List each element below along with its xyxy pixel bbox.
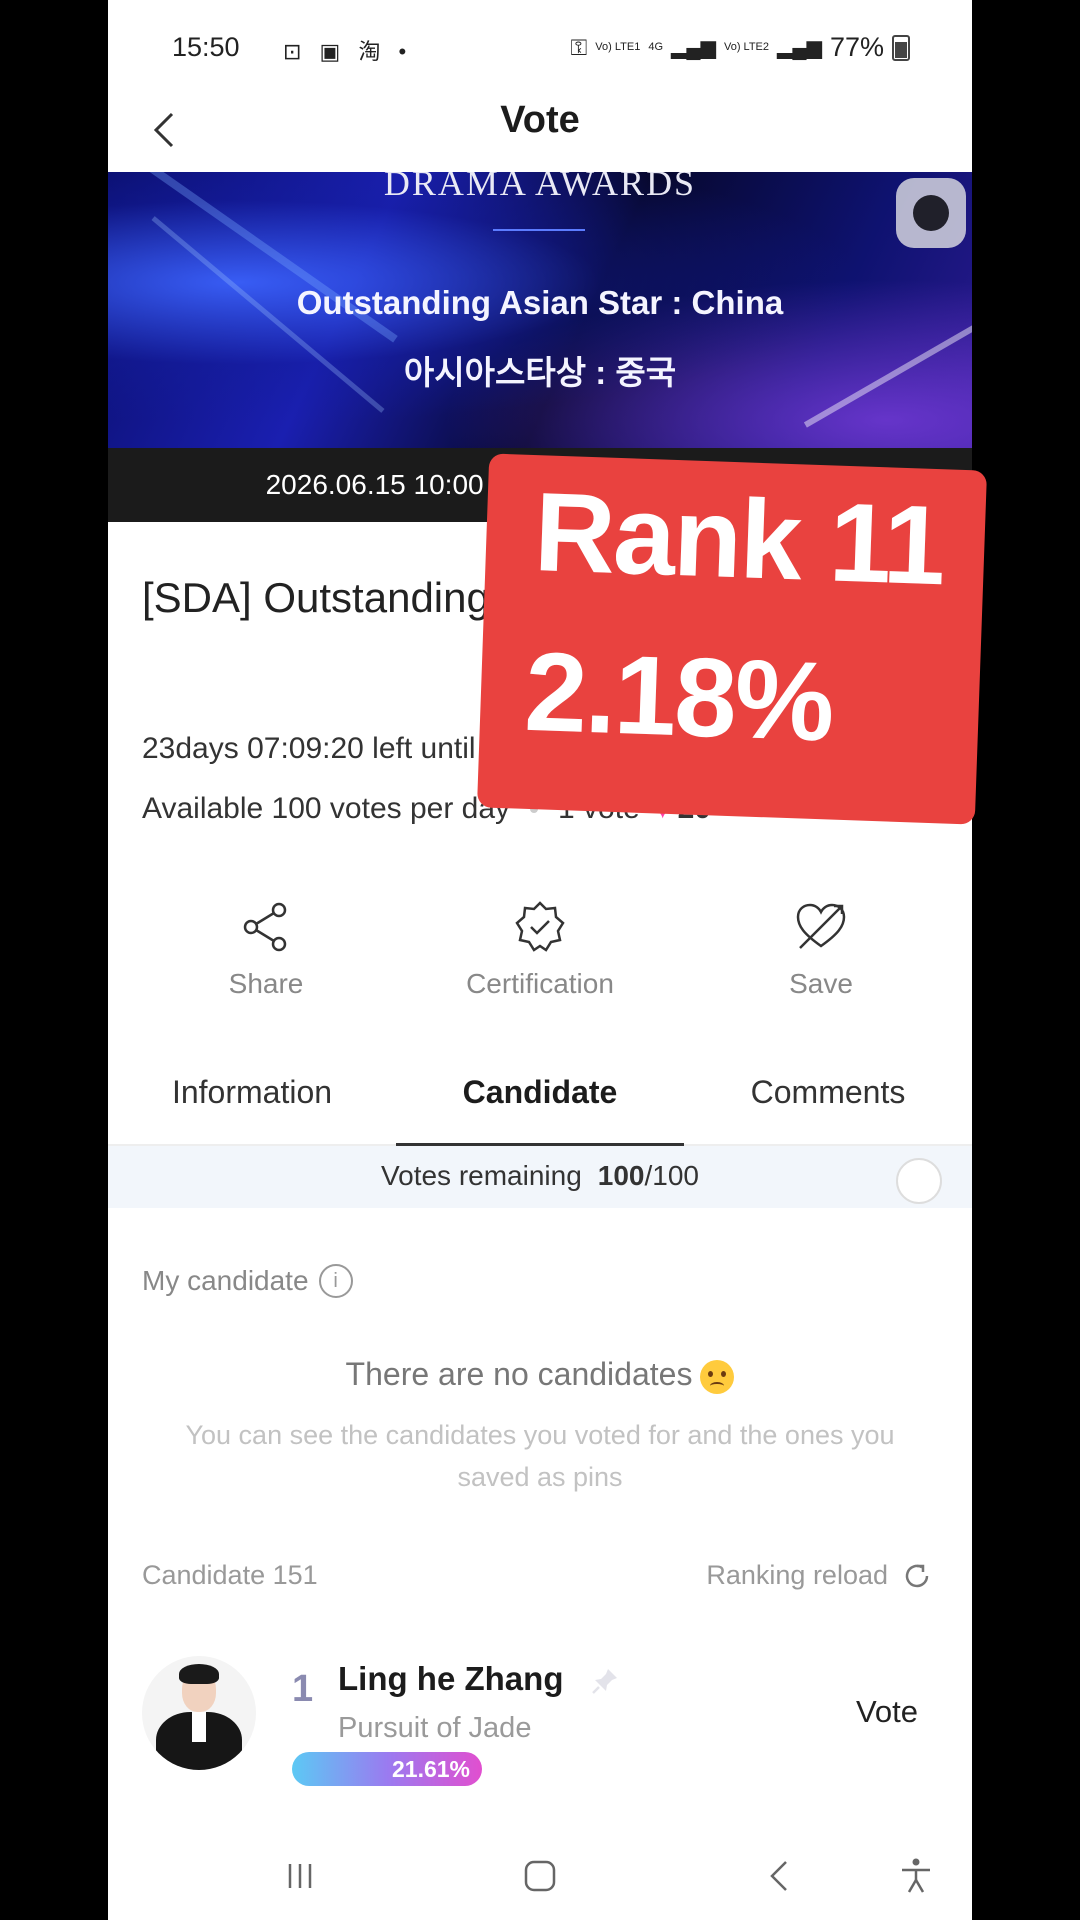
tab-information[interactable]: Information [108, 1074, 396, 1111]
vote-button[interactable]: Vote [856, 1694, 918, 1730]
info-icon[interactable]: i [318, 1264, 353, 1298]
overlay-rank: Rank 11 [532, 469, 946, 609]
banner-award-name: DRAMA AWARDS [383, 172, 697, 203]
heart-arrow-icon [796, 903, 846, 949]
votes-remaining-text: Votes remaining 100/100 [108, 1160, 972, 1192]
status-bar: 15:50 ⊡ ▣ 淘 • ⚿ Vo) LTE1 4G ▂▄▆ Vo) LTE2… [108, 0, 972, 96]
share-button[interactable]: Share [166, 900, 366, 1000]
back-arrow-icon[interactable] [138, 102, 194, 158]
banner-divider [493, 229, 585, 231]
signal2-icon: ▂▄▆ [777, 37, 822, 59]
share-label: Share [228, 968, 304, 999]
save-label: Save [789, 968, 853, 999]
ranking-reload-label: Ranking reload [706, 1560, 888, 1590]
floating-badge-icon[interactable] [896, 178, 966, 248]
available-votes-text: Available 100 votes per day [142, 792, 511, 825]
tab-comments[interactable]: Comments [684, 1074, 972, 1111]
avatar-hair [179, 1664, 219, 1684]
votes-remaining-bar: Votes remaining 100/100 [108, 1146, 972, 1208]
event-banner: DRAMA AWARDS Outstanding Asian Star : Ch… [108, 172, 972, 448]
accessibility-icon[interactable] [896, 1856, 936, 1896]
battery-icon [892, 34, 910, 61]
candidate-name: Ling he Zhang [338, 1660, 564, 1697]
sad-face-emoji-icon [700, 1359, 735, 1394]
top-app-bar: Vote [108, 96, 972, 170]
app-screen: 15:50 ⊡ ▣ 淘 • ⚿ Vo) LTE1 4G ▂▄▆ Vo) LTE2… [108, 0, 972, 1920]
rank-overlay-sticker: Rank 11 2.18% [476, 453, 988, 825]
signal1-icon: ▂▄▆ [671, 37, 716, 59]
nav-back-icon[interactable] [760, 1856, 800, 1896]
votes-remaining-label: Votes remaining [380, 1160, 582, 1191]
candidate-avatar [142, 1656, 256, 1770]
banner-title-ko: 아시아스타상 : 중국 [403, 354, 677, 391]
status-indicators: ⚿ Vo) LTE1 4G ▂▄▆ Vo) LTE2 ▂▄▆ 77% [571, 32, 910, 63]
ranking-reload-button[interactable]: Ranking reload [706, 1560, 932, 1591]
share-icon [243, 902, 287, 952]
candidate-count: Candidate 151 [142, 1560, 318, 1590]
banner-title-en: Outstanding Asian Star : China [296, 284, 784, 321]
battery-percent: 77% [829, 32, 884, 62]
pin-icon[interactable] [590, 1666, 620, 1696]
overlay-percent: 2.18% [522, 628, 835, 765]
candidate-row[interactable]: 1 Ling he Zhang Pursuit of Jade 21.61% V… [108, 1650, 972, 1790]
reload-icon [905, 1564, 929, 1587]
save-button[interactable]: Save [721, 900, 921, 1000]
auto-vote-toggle[interactable] [896, 1158, 942, 1204]
network2-label: Vo) LTE2 [723, 41, 770, 53]
candidate-rank: 1 [292, 1668, 314, 1710]
votes-remaining-count: 100 [597, 1160, 645, 1191]
home-icon[interactable] [520, 1856, 560, 1896]
empty-state-text: There are no candidates [345, 1356, 693, 1392]
lte-tag: 4G [648, 41, 664, 53]
avatar-shirt [192, 1712, 206, 1742]
candidate-work: Pursuit of Jade [338, 1712, 532, 1744]
system-nav-bar [108, 1832, 972, 1920]
recent-apps-icon[interactable] [280, 1856, 320, 1896]
certification-label: Certification [466, 968, 614, 999]
network1-label: Vo) LTE1 [595, 41, 641, 53]
notification-icons: ⊡ ▣ 淘 • [283, 39, 413, 64]
certification-button[interactable]: Certification [440, 900, 640, 1000]
my-candidate-header: My candidate i [142, 1264, 353, 1298]
candidate-percent-bar: 21.61% [292, 1752, 482, 1786]
empty-state-title: There are no candidates [108, 1356, 972, 1394]
certification-badge-icon [515, 901, 565, 952]
vpn-key-icon: ⚿ [570, 34, 588, 60]
tab-candidate[interactable]: Candidate [396, 1074, 684, 1111]
page-title: Vote [500, 99, 580, 141]
status-time: 15:50 [172, 32, 240, 62]
votes-remaining-total: /100 [644, 1160, 700, 1191]
empty-state-description: You can see the candidates you voted for… [185, 1420, 895, 1492]
my-candidate-label: My candidate [142, 1265, 309, 1296]
tab-bar: Information Candidate Comments [108, 1060, 972, 1146]
